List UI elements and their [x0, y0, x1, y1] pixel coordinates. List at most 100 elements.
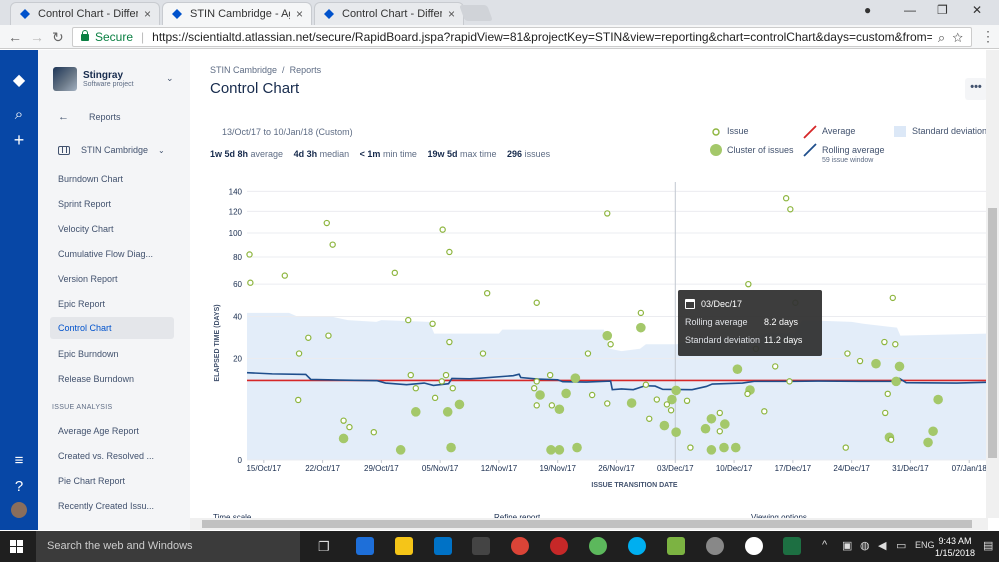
excel-icon[interactable]	[783, 537, 801, 555]
project-avatar[interactable]	[53, 67, 77, 91]
issue-point[interactable]	[761, 408, 768, 415]
issue-point[interactable]	[449, 385, 456, 392]
scrollbar-thumb[interactable]	[202, 520, 972, 528]
sidebar-item-control-chart[interactable]: Control Chart	[50, 317, 174, 339]
cluster-point[interactable]	[928, 426, 938, 437]
edge-icon[interactable]	[356, 537, 374, 555]
issue-point[interactable]	[584, 350, 592, 357]
app-icon[interactable]	[589, 537, 607, 555]
issue-point[interactable]	[772, 363, 779, 370]
issue-point[interactable]	[305, 334, 312, 341]
outlook-icon[interactable]	[434, 537, 452, 555]
issue-point[interactable]	[786, 378, 793, 385]
cluster-point[interactable]	[561, 388, 571, 399]
issue-point[interactable]	[329, 241, 336, 248]
issue-point[interactable]	[479, 350, 487, 357]
cluster-point[interactable]	[410, 407, 421, 417]
reload-icon[interactable]: ↻	[52, 29, 64, 46]
cluster-point[interactable]	[720, 419, 730, 429]
issue-point[interactable]	[340, 417, 347, 424]
project-name[interactable]: Stingray	[83, 70, 123, 81]
cluster-point[interactable]	[923, 437, 933, 448]
notification-icon[interactable]: ▭	[896, 539, 906, 552]
issue-point[interactable]	[325, 332, 332, 339]
issue-point[interactable]	[295, 396, 302, 404]
issue-point[interactable]	[405, 316, 412, 324]
issue-point[interactable]	[884, 390, 891, 398]
sidebar-item-sprint-report[interactable]: Sprint Report	[50, 193, 174, 215]
issue-point[interactable]	[295, 350, 303, 357]
sidebar-item-velocity-chart[interactable]: Velocity Chart	[50, 218, 174, 240]
breadcrumb-project-link[interactable]: STIN Cambridge	[210, 65, 277, 75]
sidebar-item-burndown-chart[interactable]: Burndown Chart	[50, 168, 174, 190]
browser-tab-1[interactable]: Control Chart - Differenc ×	[10, 2, 160, 25]
cluster-point[interactable]	[659, 420, 670, 431]
recorder-icon[interactable]	[550, 537, 568, 555]
create-plus-icon[interactable]: +	[0, 130, 38, 151]
issue-point[interactable]	[889, 294, 896, 302]
issue-point[interactable]	[531, 385, 538, 392]
cluster-point[interactable]	[602, 330, 613, 341]
issue-point[interactable]	[842, 444, 849, 451]
cluster-point[interactable]	[546, 445, 556, 455]
issue-point[interactable]	[642, 381, 650, 388]
issue-point[interactable]	[533, 299, 540, 306]
cluster-point[interactable]	[671, 385, 681, 396]
close-window-icon[interactable]: ✕	[972, 3, 982, 17]
issue-point[interactable]	[548, 402, 556, 409]
issue-point[interactable]	[607, 341, 614, 348]
breadcrumb-reports-link[interactable]: Reports	[290, 65, 322, 75]
close-tab-icon[interactable]: ×	[448, 7, 455, 21]
cluster-point[interactable]	[700, 423, 711, 434]
issue-point[interactable]	[653, 396, 661, 403]
close-tab-icon[interactable]: ×	[144, 7, 151, 21]
file-explorer-icon[interactable]	[395, 537, 413, 555]
task-view-icon[interactable]: ❐	[318, 539, 330, 555]
vertical-scrollbar[interactable]	[986, 50, 999, 518]
issue-point[interactable]	[856, 357, 864, 365]
issue-point[interactable]	[716, 409, 723, 417]
issue-point[interactable]	[281, 272, 288, 279]
notes-icon[interactable]	[667, 537, 685, 555]
sidebar-item-cumulative-flow[interactable]: Cumulative Flow Diag...	[50, 243, 174, 265]
control-chart-svg[interactable]: 0 20 40 60 80 100 120 140 15/Oct/17 22/Oct/17 29/…	[190, 180, 989, 500]
issue-point[interactable]	[646, 415, 653, 422]
issue-point[interactable]	[637, 309, 645, 317]
minimize-icon[interactable]: —	[904, 3, 916, 17]
issue-point[interactable]	[745, 280, 752, 288]
search-icon[interactable]: ⌕	[0, 106, 38, 123]
url-input[interactable]: Secure | https://scientialtd.atlassian.n…	[72, 27, 972, 47]
board-selector[interactable]: STIN Cambridge ⌄	[58, 145, 165, 155]
issue-point[interactable]	[442, 371, 450, 379]
issue-point[interactable]	[247, 279, 254, 286]
cluster-point[interactable]	[626, 398, 637, 408]
horizontal-scrollbar[interactable]	[190, 518, 988, 530]
windows-start-icon[interactable]	[10, 540, 24, 554]
issue-point[interactable]	[667, 407, 675, 414]
cluster-point[interactable]	[338, 433, 349, 444]
issue-point[interactable]	[844, 350, 851, 357]
tray-app-icon[interactable]: ▣	[842, 539, 852, 552]
issue-point[interactable]	[246, 251, 253, 258]
new-tab-button[interactable]	[459, 5, 493, 21]
cluster-point[interactable]	[554, 445, 565, 455]
issue-point[interactable]	[370, 428, 378, 436]
issue-point[interactable]	[744, 390, 751, 398]
language-indicator[interactable]: ENG	[915, 540, 935, 550]
profile-icon[interactable]: ●	[864, 3, 871, 17]
scrollbar-thumb[interactable]	[988, 208, 997, 458]
cluster-point[interactable]	[570, 373, 581, 383]
back-to-reports[interactable]: ← Reports	[58, 111, 121, 123]
chevron-down-icon[interactable]: ⌄	[166, 73, 174, 84]
network-icon[interactable]: ◍	[860, 539, 870, 552]
issue-point[interactable]	[431, 394, 439, 402]
cluster-point[interactable]	[572, 442, 582, 453]
sidebar-item-pie-chart[interactable]: Pie Chart Report	[50, 470, 174, 492]
issue-point[interactable]	[892, 341, 899, 348]
cluster-point[interactable]	[442, 407, 453, 417]
issue-point[interactable]	[323, 219, 330, 227]
forward-arrow-icon[interactable]: →	[30, 29, 44, 45]
issue-point[interactable]	[782, 195, 790, 202]
issue-point[interactable]	[663, 401, 671, 408]
close-tab-icon[interactable]: ×	[296, 7, 303, 21]
